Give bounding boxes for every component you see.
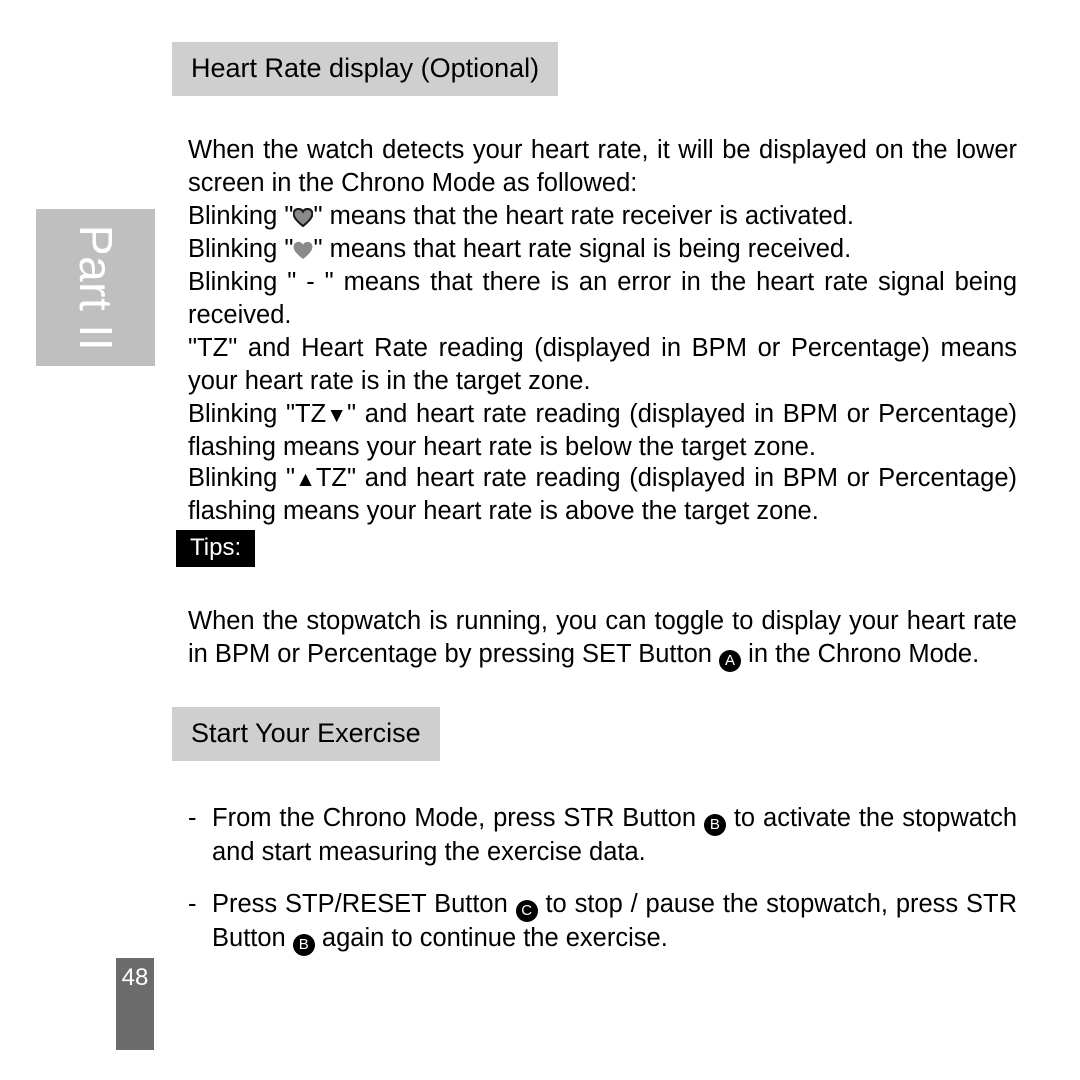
heading-heart-rate-display: Heart Rate display (Optional) [172, 42, 559, 96]
paragraph-target-zone: "TZ" and Heart Rate reading (displayed i… [188, 333, 1017, 395]
paragraph-above-target-zone: Blinking "▲TZ" and heart rate reading (d… [188, 462, 1017, 528]
heart-filled-icon [293, 241, 313, 260]
paragraph-tips-body: When the stopwatch is running, you can t… [188, 605, 1017, 672]
button-badge-c: C [515, 899, 538, 922]
page-number-box: 48 [116, 958, 154, 1050]
paragraph-blink-solid-heart: Blinking " " means that heart rate signal… [188, 233, 1017, 266]
blink-outline-heart-post: " means that the heart rate receiver is … [313, 201, 855, 230]
heading-heart-rate-display-wrap: Heart Rate display (Optional) [172, 42, 559, 96]
paragraph-below-target-zone: Blinking "TZ▼" and heart rate reading (d… [188, 398, 1017, 464]
button-badge-b: B [703, 813, 726, 836]
list-item: - Press STP/RESET Button C to stop / paus… [188, 888, 1017, 956]
blink-outline-heart-pre: Blinking " [188, 201, 294, 230]
part-tab-label: Part II [69, 224, 122, 351]
heart-outline-icon [293, 207, 314, 227]
heading-start-exercise-wrap: Start Your Exercise [172, 707, 440, 761]
document-page: { "page": { "number": "48", "part_label"… [0, 0, 1080, 1080]
triangle-up-icon: ▲ [295, 467, 316, 491]
triangle-down-icon: ▼ [326, 403, 348, 427]
blink-solid-heart-pre: Blinking " [188, 234, 294, 263]
button-badge-a: A [719, 649, 742, 672]
list-item: - From the Chrono Mode, press STR Button … [188, 802, 1017, 869]
bullet-2-after: again to continue the exercise. [314, 923, 668, 952]
bullet-dash: - [188, 803, 197, 832]
tips-body-after: in the Chrono Mode. [741, 639, 980, 668]
part-tab: Part II [36, 209, 155, 366]
paragraph-blink-error: Blinking " - " means that there is an er… [188, 267, 1017, 329]
bullet-dash: - [188, 889, 197, 918]
bullet-2-before: Press STP/RESET Button [212, 889, 516, 918]
paragraph-blink-outline-heart: Blinking " " means that the heart rate re… [188, 200, 1017, 233]
below-zone-pre: Blinking "TZ [188, 399, 327, 428]
bullet-1-before: From the Chrono Mode, press STR Button [212, 803, 704, 832]
button-badge-b: B [292, 933, 315, 956]
heading-start-exercise: Start Your Exercise [172, 707, 440, 761]
blink-solid-heart-post: " means that heart rate signal is being … [313, 234, 852, 263]
tips-badge: Tips: [176, 530, 256, 567]
paragraph-intro: When the watch detects your heart rate, … [188, 135, 1017, 197]
above-zone-pre: Blinking " [188, 463, 296, 492]
page-number: 48 [121, 964, 149, 991]
